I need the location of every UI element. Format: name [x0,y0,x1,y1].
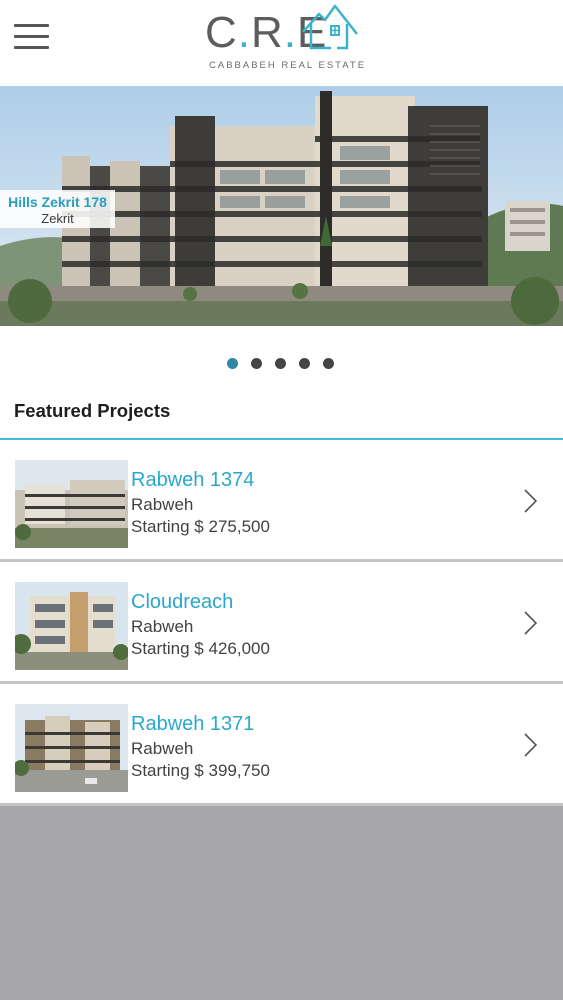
project-name: Rabweh 1374 [131,469,255,491]
project-location: Rabweh [131,617,194,636]
project-thumbnail [15,460,128,548]
project-thumbnail [15,582,128,670]
chevron-right-icon [524,733,538,757]
carousel-dot-5[interactable] [323,358,334,369]
carousel-dot-2[interactable] [251,358,262,369]
carousel-dot-1[interactable] [227,358,238,369]
app-header: C.R.E CABBABEH REAL ESTATE [0,0,563,86]
chevron-right-icon [524,611,538,635]
hero-carousel[interactable]: Hills Zekrit 178 Zekrit [0,86,563,326]
project-price: Starting $ 399,750 [131,761,270,780]
hero-subtitle: Zekrit [41,211,74,226]
project-location: Rabweh [131,739,194,758]
project-name: Cloudreach [131,591,234,613]
company-logo: C.R.E CABBABEH REAL ESTATE [205,4,364,72]
project-name: Rabweh 1371 [131,713,255,735]
project-item[interactable]: Cloudreach Rabweh Starting $ 426,000 [0,562,563,684]
hero-caption: Hills Zekrit 178 Zekrit [0,190,115,228]
menu-icon[interactable] [14,22,50,52]
project-item[interactable]: Rabweh 1371 Rabweh Starting $ 399,750 [0,684,563,806]
project-price: Starting $ 426,000 [131,639,270,658]
project-item[interactable]: Rabweh 1374 Rabweh Starting $ 275,500 [0,440,563,562]
project-thumbnail [15,704,128,792]
carousel-dot-4[interactable] [299,358,310,369]
project-location: Rabweh [131,495,194,514]
house-outline-icon [302,4,358,50]
featured-heading: Featured Projects [14,400,171,421]
hero-title: Hills Zekrit 178 [8,194,107,210]
carousel-dot-3[interactable] [275,358,286,369]
project-price: Starting $ 275,500 [131,517,270,536]
carousel-pagination [0,326,563,388]
featured-section-header: Featured Projects [0,388,563,440]
chevron-right-icon [524,489,538,513]
logo-tagline: CABBABEH REAL ESTATE [209,60,367,71]
